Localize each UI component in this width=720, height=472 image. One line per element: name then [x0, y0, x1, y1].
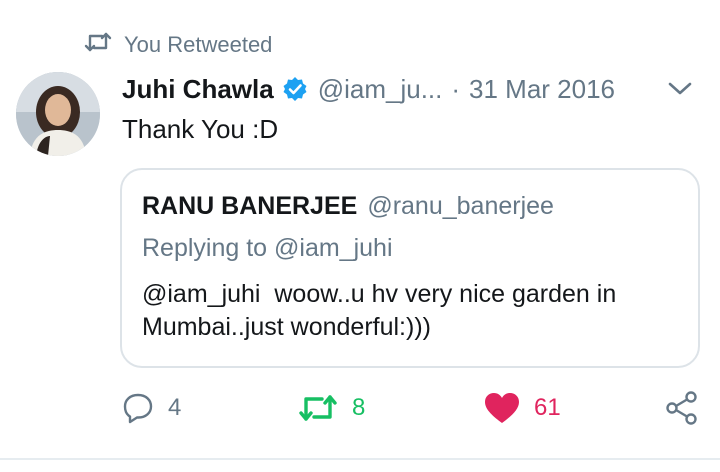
retweet-icon	[298, 393, 338, 423]
retweet-count: 8	[352, 394, 366, 421]
quoted-tweet-header: RANU BANERJEE @ranu_banerjee	[142, 188, 678, 224]
reply-button[interactable]: 4	[122, 386, 181, 430]
divider	[0, 458, 720, 460]
reply-icon	[122, 392, 154, 424]
retweet-icon	[84, 31, 112, 59]
author-handle[interactable]: @iam_ju...	[318, 74, 443, 105]
tweet-actions: 4 8 61	[0, 386, 720, 430]
like-count: 61	[534, 394, 561, 421]
heart-icon	[484, 392, 520, 424]
tweet-date[interactable]: 31 Mar 2016	[469, 74, 615, 105]
tweet-text: Thank You :D	[122, 114, 279, 144]
retweet-context-label: You Retweeted	[124, 32, 273, 57]
quoted-tweet-card[interactable]: RANU BANERJEE @ranu_banerjee Replying to…	[120, 168, 700, 368]
quoted-author-name: RANU BANERJEE	[142, 191, 358, 220]
reply-count: 4	[168, 394, 182, 421]
tweet-header: Juhi Chawla @iam_ju... · 31 Mar 2016	[122, 70, 700, 108]
avatar[interactable]	[16, 72, 100, 156]
replying-to-label: Replying to @iam_juhi	[142, 234, 393, 262]
retweet-context: You Retweeted	[84, 30, 272, 60]
separator-dot: ·	[451, 73, 461, 104]
verified-badge-icon	[282, 76, 308, 102]
share-icon	[664, 390, 700, 426]
share-button[interactable]	[664, 386, 700, 430]
retweet-button[interactable]: 8	[298, 386, 365, 430]
quoted-tweet-text: @iam_juhi woow..u hv very nice garden in…	[142, 280, 617, 341]
quoted-author-handle: @ranu_banerjee	[367, 191, 554, 220]
chevron-down-icon[interactable]	[666, 76, 694, 100]
like-button[interactable]: 61	[484, 386, 561, 430]
author-name[interactable]: Juhi Chawla	[122, 74, 274, 105]
